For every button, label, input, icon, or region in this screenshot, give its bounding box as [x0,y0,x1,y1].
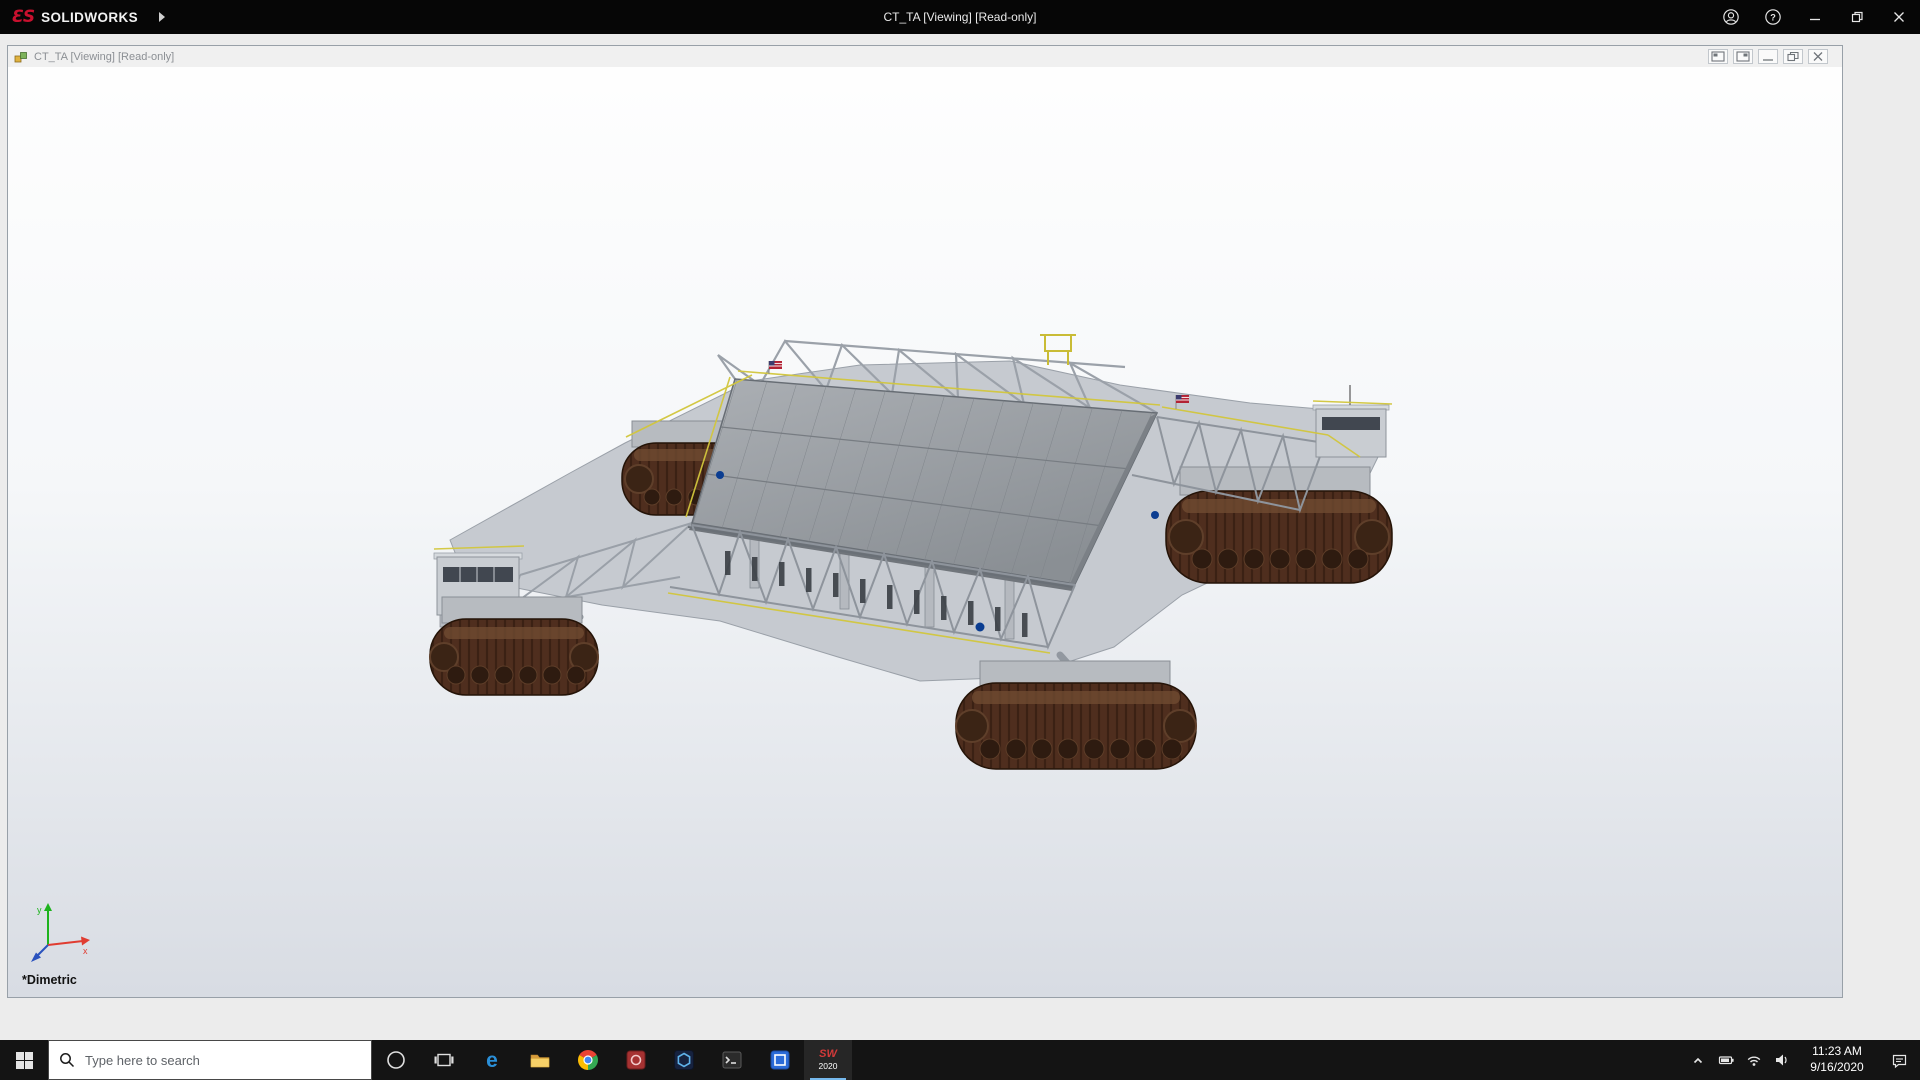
search-input[interactable] [49,1040,371,1080]
track-unit-front-left [430,597,598,695]
file-explorer-icon [528,1048,552,1072]
taskbar-search[interactable] [48,1040,372,1080]
close-button[interactable] [1878,0,1920,34]
doc-close-button[interactable] [1808,49,1828,64]
taskbar-clock[interactable]: 11:23 AM 9/16/2020 [1796,1040,1878,1080]
document-window: CT_TA [Viewing] [Read-only] [7,45,1843,998]
solidworks-app-button[interactable]: SW 2020 [804,1040,852,1080]
windows-taskbar: e [0,1040,1920,1080]
chrome-button[interactable] [564,1040,612,1080]
terminal-app-button[interactable] [708,1040,756,1080]
doc-cascade-icon [1711,51,1725,62]
minimize-button[interactable] [1794,0,1836,34]
edge-app-button[interactable]: e [468,1040,516,1080]
file-explorer-button[interactable] [516,1040,564,1080]
account-button[interactable] [1710,0,1752,34]
minimize-icon [1809,11,1821,23]
screen: ƐS SOLIDWORKS CT_TA [Viewing] [Read-only… [0,0,1920,1080]
volume-button[interactable] [1768,1040,1796,1080]
blue-app-icon [768,1048,792,1072]
svg-text:y: y [37,905,42,915]
taskbar-spacer [852,1040,1684,1080]
network-button[interactable] [1740,1040,1768,1080]
window-title: CT_TA [Viewing] [Read-only] [0,10,1920,24]
tray-chevron-up-icon [1690,1052,1706,1068]
tray-date: 9/16/2020 [1810,1060,1863,1076]
battery-icon [1718,1052,1735,1068]
tray-overflow-button[interactable] [1684,1040,1712,1080]
doc-restore-icon [1786,51,1800,62]
system-tray: 11:23 AM 9/16/2020 [1684,1040,1920,1080]
track-unit-rear-right [1166,467,1392,583]
crawler-transporter-model [420,325,1402,789]
start-button[interactable] [0,1040,48,1080]
terminal-app-icon [720,1048,744,1072]
cortana-button[interactable] [372,1040,420,1080]
restore-icon [1851,11,1863,23]
tray-time: 11:23 AM [1812,1044,1862,1060]
volume-icon [1774,1052,1790,1068]
network-icon [1746,1052,1762,1068]
graphics-viewport[interactable]: y x *Dimetric [8,67,1842,997]
task-view-icon [432,1048,456,1072]
svg-text:x: x [83,946,88,956]
us-flag [769,361,782,374]
document-title: CT_TA [Viewing] [Read-only] [34,51,174,63]
close-icon [1893,11,1905,23]
doc-cascade-button[interactable] [1708,49,1728,64]
action-center-button[interactable] [1878,1040,1920,1080]
cortana-icon [384,1048,408,1072]
brand-name: SOLIDWORKS [41,10,138,25]
main-window-client-area: CT_TA [Viewing] [Read-only] [0,34,1920,1040]
assembly-doc-icon [14,50,28,64]
right-control-cab [1313,385,1389,457]
doc-tile-icon [1736,51,1750,62]
red-app-icon [624,1048,648,1072]
task-view-button[interactable] [420,1040,468,1080]
action-center-icon [1891,1052,1908,1069]
menu-expand-arrow-icon[interactable] [159,12,165,22]
window-controls: ? [1710,0,1920,34]
blue-app-button[interactable] [756,1040,804,1080]
document-titlebar[interactable]: CT_TA [Viewing] [Read-only] [8,46,1842,68]
windows-start-icon [16,1052,33,1069]
doc-minimize-icon [1761,51,1775,62]
app-titlebar: ƐS SOLIDWORKS CT_TA [Viewing] [Read-only… [0,0,1920,34]
red-app-button[interactable] [612,1040,660,1080]
svg-text:e: e [486,1049,498,1072]
track-unit-front-right [956,661,1196,769]
help-icon: ? [1763,7,1783,27]
doc-tile-button[interactable] [1733,49,1753,64]
view-orientation-label: *Dimetric [22,973,77,987]
solidworks-app-icon: SW 2020 [819,1049,838,1071]
doc-close-icon [1811,51,1825,62]
ds-logo-icon: ƐS [12,7,34,27]
document-window-controls [1708,49,1836,64]
orientation-triad: y x [28,899,94,965]
edge-icon: e [480,1048,504,1072]
solidworks-brand: ƐS SOLIDWORKS [0,7,202,27]
battery-button[interactable] [1712,1040,1740,1080]
help-button[interactable]: ? [1752,0,1794,34]
restore-button[interactable] [1836,0,1878,34]
doc-minimize-button[interactable] [1758,49,1778,64]
chrome-icon [576,1048,600,1072]
svg-text:?: ? [1770,12,1776,22]
hexagon-app-icon [672,1048,696,1072]
hexagon-app-button[interactable] [660,1040,708,1080]
search-icon [59,1052,75,1068]
account-icon [1721,7,1741,27]
doc-restore-button[interactable] [1783,49,1803,64]
